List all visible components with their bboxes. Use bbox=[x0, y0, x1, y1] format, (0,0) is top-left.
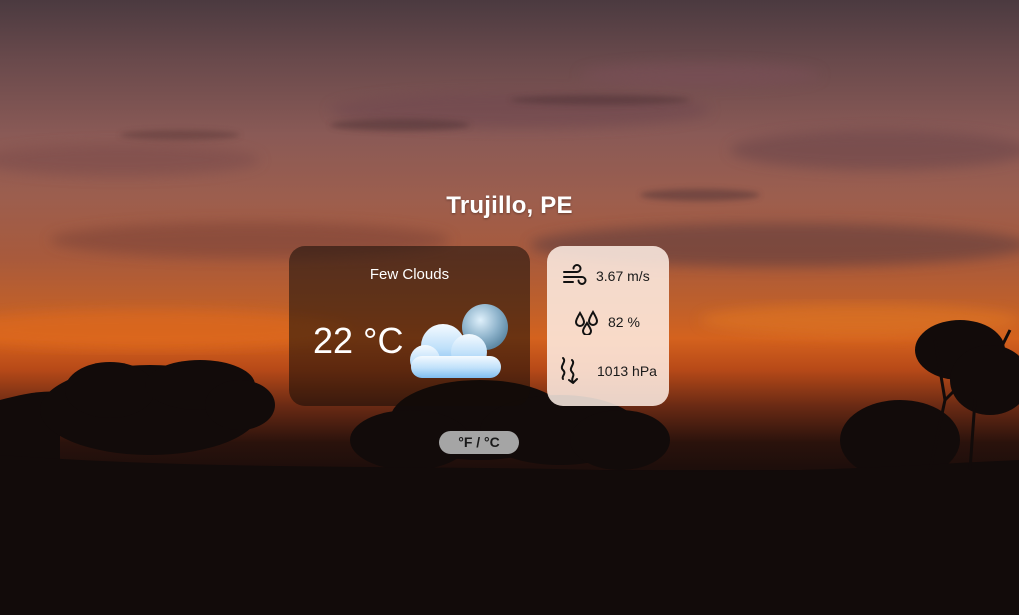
wind-icon bbox=[563, 264, 587, 285]
humidity-icon bbox=[574, 310, 599, 335]
humidity-row: 82 % bbox=[547, 307, 669, 337]
unit-toggle-button[interactable]: °F / °C bbox=[439, 431, 519, 454]
wind-speed: 3.67 m/s bbox=[596, 268, 650, 284]
pressure-value: 1013 hPa bbox=[597, 363, 657, 379]
pressure-icon bbox=[560, 357, 578, 384]
city-title: Trujillo, PE bbox=[446, 192, 573, 219]
pressure-row: 1013 hPa bbox=[547, 356, 669, 386]
few-clouds-icon bbox=[410, 304, 508, 378]
weather-condition: Few Clouds bbox=[369, 266, 450, 283]
humidity-value: 82 % bbox=[608, 314, 640, 330]
wind-row: 3.67 m/s bbox=[547, 261, 669, 291]
current-weather-card: Few Clouds 22 °C bbox=[289, 246, 530, 406]
temperature-value: 22 °C bbox=[313, 320, 404, 361]
weather-details-card: 3.67 m/s 82 % 1013 hPa bbox=[547, 246, 669, 406]
